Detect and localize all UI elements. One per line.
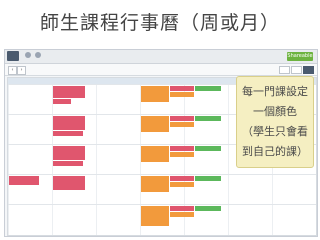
course-event[interactable]: [170, 212, 194, 217]
course-event[interactable]: [170, 206, 194, 211]
course-event[interactable]: [141, 146, 169, 162]
callout-line: 一個顏色: [253, 105, 297, 118]
callout-line: 每一門課設定: [242, 85, 308, 98]
course-event[interactable]: [195, 206, 221, 211]
next-arrow-icon[interactable]: ›: [17, 66, 26, 75]
day-cell[interactable]: [96, 145, 140, 174]
search-icon[interactable]: [25, 52, 31, 58]
slide-title: 師生課程行事曆（周或月）: [39, 12, 280, 34]
day-cell[interactable]: [8, 85, 52, 114]
course-event[interactable]: [170, 122, 194, 127]
course-event[interactable]: [195, 116, 221, 121]
day-cell[interactable]: [272, 175, 316, 204]
shareable-button[interactable]: Shareable: [287, 52, 313, 61]
day-cell[interactable]: [228, 205, 272, 235]
course-event[interactable]: [53, 116, 85, 130]
course-event[interactable]: [141, 176, 169, 192]
callout-line: （學生只會看: [242, 125, 308, 138]
prev-arrow-icon[interactable]: ‹: [8, 66, 17, 75]
view-switcher: [278, 66, 314, 74]
calendar-logo-icon: [7, 51, 19, 61]
course-event[interactable]: [195, 176, 221, 181]
course-event[interactable]: [53, 99, 71, 104]
callout-line: 到自己的課）: [242, 145, 308, 158]
course-event[interactable]: [170, 92, 194, 97]
course-event[interactable]: [170, 176, 194, 181]
day-cell[interactable]: [96, 85, 140, 114]
app-top-bar: Shareable: [5, 50, 317, 64]
day-cell[interactable]: [96, 205, 140, 235]
course-event[interactable]: [141, 116, 169, 132]
course-event[interactable]: [141, 86, 169, 102]
course-event[interactable]: [53, 146, 85, 160]
view-tab-month[interactable]: [303, 66, 314, 74]
course-event[interactable]: [170, 146, 194, 151]
course-event[interactable]: [53, 176, 85, 190]
course-event[interactable]: [53, 131, 83, 136]
settings-icon[interactable]: [35, 52, 41, 58]
course-event[interactable]: [9, 176, 39, 185]
day-cell[interactable]: [96, 175, 140, 204]
course-event[interactable]: [170, 152, 194, 157]
course-event[interactable]: [141, 206, 169, 226]
course-event[interactable]: [53, 86, 85, 98]
calendar-screenshot: Shareable ‹ › 每一門課設定 一個顏色 （學生只會看 到自己的課）: [4, 49, 318, 237]
color-note-callout: 每一門課設定 一個顏色 （學生只會看 到自己的課）: [236, 76, 314, 168]
day-cell[interactable]: [272, 205, 316, 235]
week-row: [8, 174, 316, 204]
view-tab-day[interactable]: [279, 66, 290, 74]
day-cell[interactable]: [52, 205, 96, 235]
course-event[interactable]: [170, 182, 194, 187]
day-cell[interactable]: [8, 205, 52, 235]
day-cell[interactable]: [228, 175, 272, 204]
view-tab-week[interactable]: [291, 66, 302, 74]
day-cell[interactable]: [8, 115, 52, 144]
day-cell[interactable]: [96, 115, 140, 144]
course-event[interactable]: [53, 161, 83, 166]
day-cell[interactable]: [8, 145, 52, 174]
course-event[interactable]: [170, 116, 194, 121]
course-event[interactable]: [195, 146, 221, 151]
calendar-toolbar: ‹ ›: [5, 64, 317, 76]
course-event[interactable]: [170, 86, 194, 91]
course-event[interactable]: [195, 86, 221, 91]
week-row: [8, 204, 316, 235]
